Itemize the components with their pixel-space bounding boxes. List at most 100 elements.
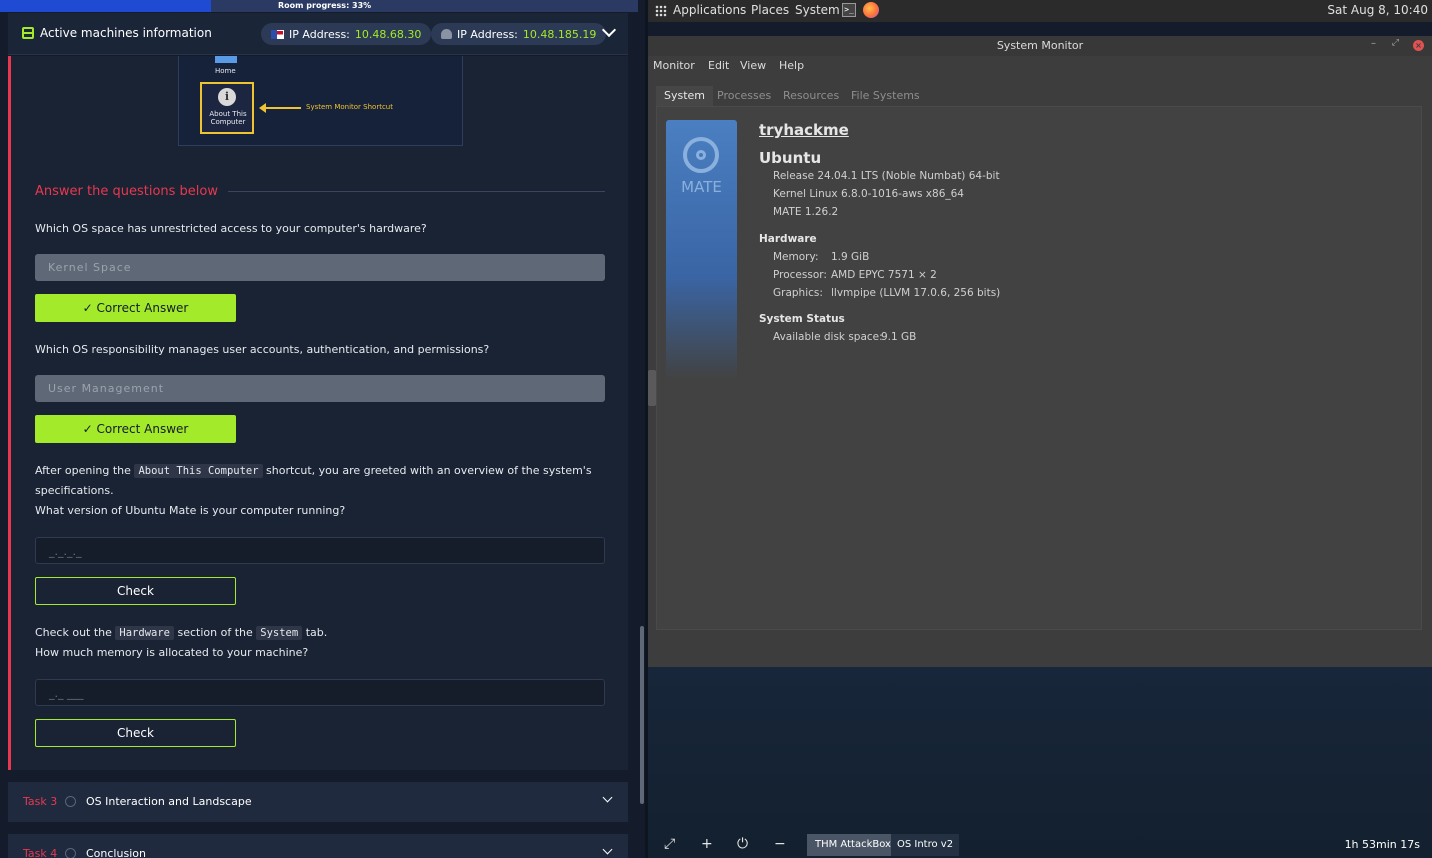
answer-2-field: User Management <box>35 375 605 402</box>
q4-text-post: tab. <box>305 626 328 639</box>
fullscreen-icon[interactable]: ⤢ <box>664 836 675 852</box>
task-status-circle-icon <box>65 848 76 858</box>
room-progress-bar: Room progress: 33% <box>0 0 638 12</box>
task-title: OS Interaction and Landscape <box>86 795 252 808</box>
server-icon <box>22 27 34 39</box>
system-status-heading: System Status <box>759 313 845 325</box>
system-code: System <box>256 626 303 640</box>
menu-help[interactable]: Help <box>779 59 804 72</box>
hostname[interactable]: tryhackme <box>759 121 849 139</box>
left-scrollbar[interactable] <box>640 626 644 804</box>
correct-answer-button-1: ✓ Correct Answer <box>35 294 236 322</box>
power-icon[interactable]: ⏻ <box>737 836 748 852</box>
system-monitor-shortcut-label: System Monitor Shortcut <box>306 103 393 111</box>
desktop-top-panel: Applications Places System >_ Sat Aug 8,… <box>648 0 1432 22</box>
mate-logo-text: MATE <box>681 178 722 196</box>
distro-name: Ubuntu <box>759 149 822 167</box>
task-status-circle-icon <box>65 796 76 807</box>
heading-divider <box>208 191 605 192</box>
arrow-line <box>265 107 301 109</box>
ip-address-pill-1[interactable]: IP Address: 10.48.68.30 <box>261 23 432 45</box>
minus-icon[interactable]: − <box>774 836 786 852</box>
attackbox-dock: ⤢ + ⏻ − THM AttackBox OS Intro v2 1h 53m… <box>648 830 1432 858</box>
answer-3-input[interactable]: _._._._ <box>35 537 605 564</box>
firefox-icon[interactable] <box>863 2 879 18</box>
q3-text-line2: specifications. <box>35 484 114 497</box>
info-icon: i <box>218 88 236 106</box>
menu-applications[interactable]: Applications <box>673 3 746 17</box>
answer-4-input[interactable]: _._ ___ <box>35 679 605 706</box>
session-timer: 1h 53min 17s <box>1344 838 1420 851</box>
check-button-4[interactable]: Check <box>35 719 236 747</box>
active-machines-label: Active machines information <box>40 26 212 40</box>
q3-text-pre: After opening the <box>35 464 131 477</box>
tab-file-systems[interactable]: File Systems <box>843 86 928 106</box>
task-number: Task 3 <box>23 795 58 808</box>
ip-address-label: IP Address: <box>289 27 350 41</box>
hardware-heading: Hardware <box>759 233 817 245</box>
check-button-3[interactable]: Check <box>35 577 236 605</box>
question-4-text: Check out the Hardware section of the Sy… <box>35 623 327 663</box>
clock[interactable]: Sat Aug 8, 10:40 <box>1327 3 1428 17</box>
answer-1-field: Kernel Space <box>35 254 605 281</box>
os-intro-button[interactable]: OS Intro v2 <box>891 834 960 856</box>
release-line: Release 24.04.1 LTS (Noble Numbat) 64-bi… <box>773 170 1000 182</box>
attackbox-button[interactable]: THM AttackBox <box>807 834 899 856</box>
menu-monitor[interactable]: Monitor <box>653 59 695 72</box>
correct-answer-button-2: ✓ Correct Answer <box>35 415 236 443</box>
plus-icon[interactable]: + <box>701 836 713 852</box>
mate-logo-icon: MATE <box>666 120 737 380</box>
about-computer-highlight: i About This Computer <box>200 82 254 134</box>
home-folder-icon <box>215 56 237 63</box>
tab-processes[interactable]: Processes <box>709 86 779 106</box>
ip-address-value: 10.48.68.30 <box>354 27 422 41</box>
disk-space-key: Available disk space: <box>773 331 883 343</box>
collapse-handle[interactable] <box>648 370 656 406</box>
task-4-row[interactable]: Task 4 Conclusion <box>8 834 628 858</box>
menu-places[interactable]: Places <box>751 3 789 17</box>
task-accent-bar <box>8 56 11 770</box>
menu-view[interactable]: View <box>740 59 766 72</box>
q4-text-pre: Check out the <box>35 626 112 639</box>
close-icon[interactable]: × <box>1413 40 1424 51</box>
about-computer-code: About This Computer <box>134 464 263 478</box>
hardware-code: Hardware <box>115 626 174 640</box>
memory-value: 1.9 GiB <box>831 251 870 263</box>
terminal-icon[interactable]: >_ <box>842 3 856 17</box>
memory-key: Memory: <box>773 251 819 263</box>
task-title: Conclusion <box>86 847 146 858</box>
active-machines-bar[interactable]: Active machines information IP Address: … <box>8 13 628 55</box>
window-titlebar[interactable]: System Monitor – ⤢ × <box>648 36 1432 56</box>
tryhackme-room-pane: Room progress: 33% Active machines infor… <box>0 0 638 858</box>
desktop-preview-image: Home i About This Computer System Monito… <box>178 56 463 146</box>
processor-key: Processor: <box>773 269 827 281</box>
minimize-icon[interactable]: – <box>1371 38 1376 49</box>
q3-text-post: shortcut, you are greeted with an overvi… <box>266 464 592 477</box>
menu-edit[interactable]: Edit <box>708 59 729 72</box>
chevron-down-icon[interactable] <box>602 792 613 803</box>
maximize-icon[interactable]: ⤢ <box>1392 38 1399 48</box>
system-monitor-window: System Monitor – ⤢ × Monitor Edit View H… <box>648 36 1432 667</box>
room-progress-fill <box>0 0 211 12</box>
home-icon-label: Home <box>215 67 236 75</box>
flag-icon <box>271 29 284 39</box>
question-1-text: Which OS space has unrestricted access t… <box>35 222 427 235</box>
tab-resources[interactable]: Resources <box>775 86 847 106</box>
active-machines-title[interactable]: Active machines information <box>22 26 212 40</box>
helmet-icon <box>441 29 452 39</box>
q3-text-line3: What version of Ubuntu Mate is your comp… <box>35 504 346 517</box>
tab-system[interactable]: System <box>656 86 714 106</box>
menu-system[interactable]: System <box>795 3 840 17</box>
system-tab-content: MATE tryhackme Ubuntu Release 24.04.1 LT… <box>656 106 1422 630</box>
ip-address-pill-2[interactable]: IP Address: 10.48.185.19 <box>431 23 607 45</box>
graphics-key: Graphics: <box>773 287 823 299</box>
task-3-row[interactable]: Task 3 OS Interaction and Landscape <box>8 782 628 822</box>
apps-grid-icon[interactable] <box>655 5 667 17</box>
chevron-down-icon[interactable] <box>602 844 613 855</box>
about-computer-label: About This Computer <box>209 110 247 126</box>
mate-version-line: MATE 1.26.2 <box>773 206 839 218</box>
task-number: Task 4 <box>23 847 58 858</box>
question-2-text: Which OS responsibility manages user acc… <box>35 343 490 356</box>
ip-address-value: 10.48.185.19 <box>522 27 597 41</box>
processor-value: AMD EPYC 7571 × 2 <box>831 269 937 281</box>
